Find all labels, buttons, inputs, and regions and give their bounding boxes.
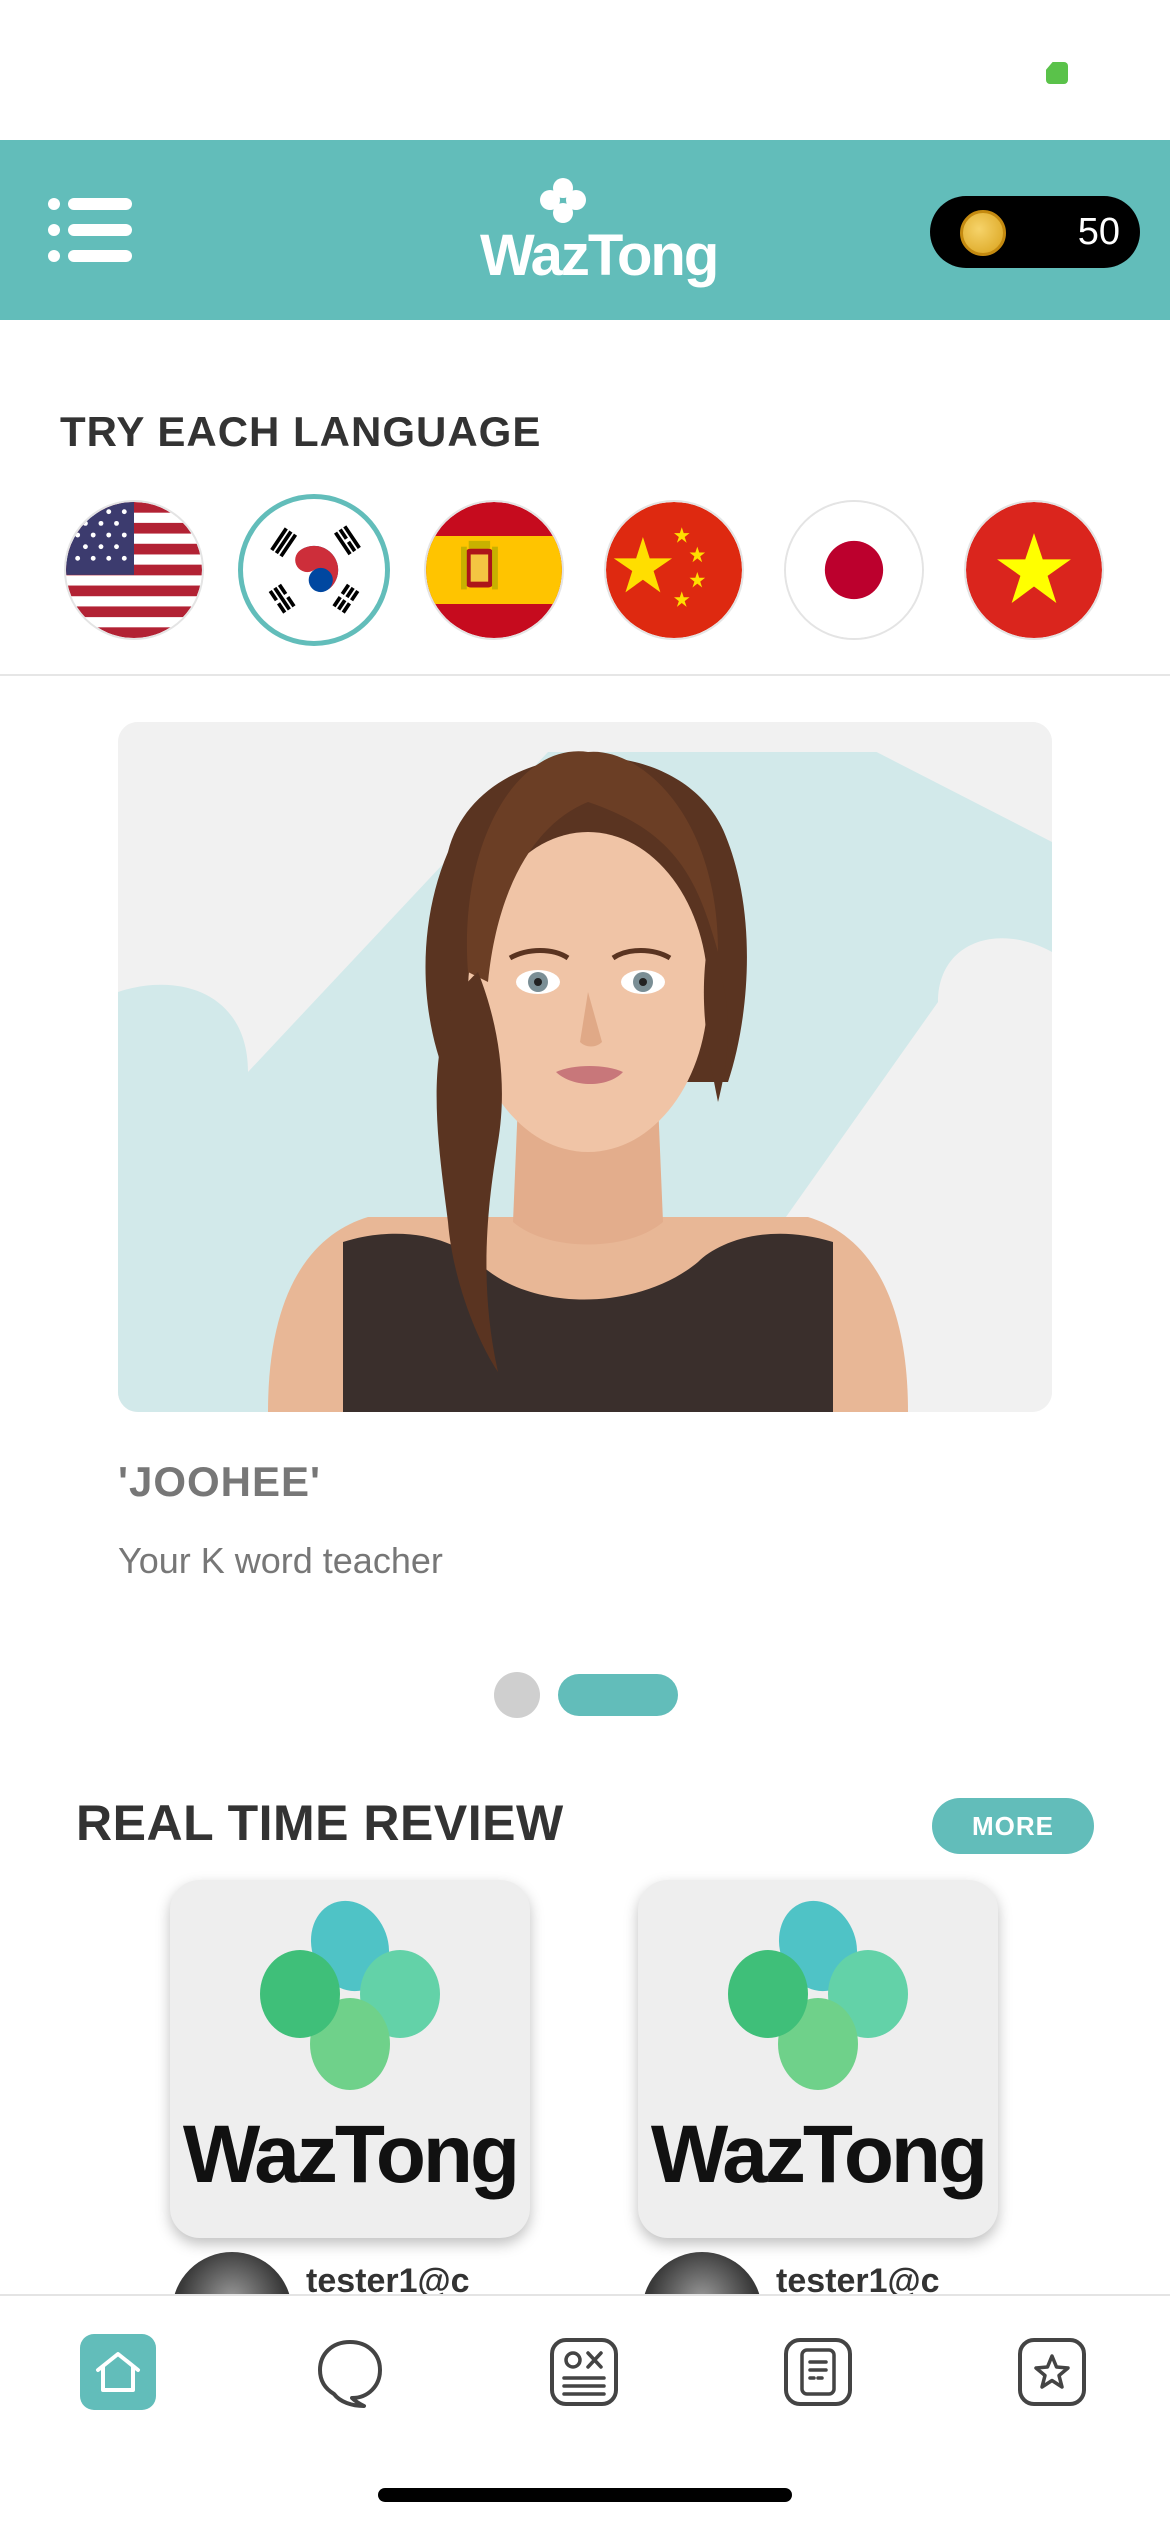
notes-icon [784,2338,852,2406]
teacher-name: 'JOOHEE' [118,1458,322,1505]
united-states-flag-icon[interactable] [64,500,204,640]
gold-coin-icon [960,210,1006,256]
reviewer-info: tester1@c [172,2252,472,2296]
teacher-subtitle: Your K word teacher [118,1540,443,1581]
app-header: WazTong 50 [0,140,1170,320]
language-flag-list [60,494,1120,646]
tab-quiz[interactable] [546,2334,622,2410]
coin-balance[interactable]: 50 [930,196,1140,268]
avatar [642,2252,762,2296]
logo-flower-icon [540,178,586,223]
coin-count: 50 [1077,211,1120,253]
app-logo: WazTong [480,176,719,288]
home-icon [96,2352,140,2392]
china-flag-icon[interactable] [604,500,744,640]
japan-flag-icon[interactable] [784,500,924,640]
reviewer-name: tester1@c [306,2262,470,2296]
avatar [172,2252,292,2296]
reviewer-name: tester1@c [776,2262,940,2296]
section-title-review: REAL TIME REVIEW [76,1795,564,1851]
teacher-avatar-image[interactable] [118,722,1052,1412]
chat-bubble-icon [318,2340,382,2408]
carousel-dot-2-active[interactable] [558,1674,678,1716]
reviewer-info: tester1@c [642,2252,942,2296]
home-indicator [378,2488,792,2502]
list-menu-icon [48,198,132,210]
carousel-dot-1[interactable] [494,1672,540,1718]
menu-button[interactable] [48,198,132,262]
waztong-flower-icon [728,1900,908,2090]
carousel-pager [494,1672,678,1718]
review-card[interactable]: WazTong [170,1880,530,2238]
battery-icon [1046,62,1068,84]
tab-favorites[interactable] [1014,2334,1090,2410]
section-title-languages: TRY EACH LANGUAGE [60,408,542,455]
quiz-ox-icon [550,2338,618,2406]
status-bar [0,0,1170,140]
card-logo-text: WazTong [650,2109,988,2200]
section-divider [0,674,1170,676]
more-button[interactable]: MORE [932,1798,1094,1854]
review-card[interactable]: WazTong [638,1880,998,2238]
south-korea-flag-icon[interactable] [238,494,390,646]
spain-flag-icon[interactable] [424,500,564,640]
tab-chat[interactable] [312,2334,388,2410]
tab-home[interactable] [80,2334,156,2410]
tab-notes[interactable] [780,2334,856,2410]
star-icon [1018,2338,1086,2406]
vietnam-flag-icon[interactable] [964,500,1104,640]
logo-text: WazTong [480,223,719,288]
waztong-flower-icon [260,1900,440,2090]
card-logo-text: WazTong [182,2109,520,2200]
